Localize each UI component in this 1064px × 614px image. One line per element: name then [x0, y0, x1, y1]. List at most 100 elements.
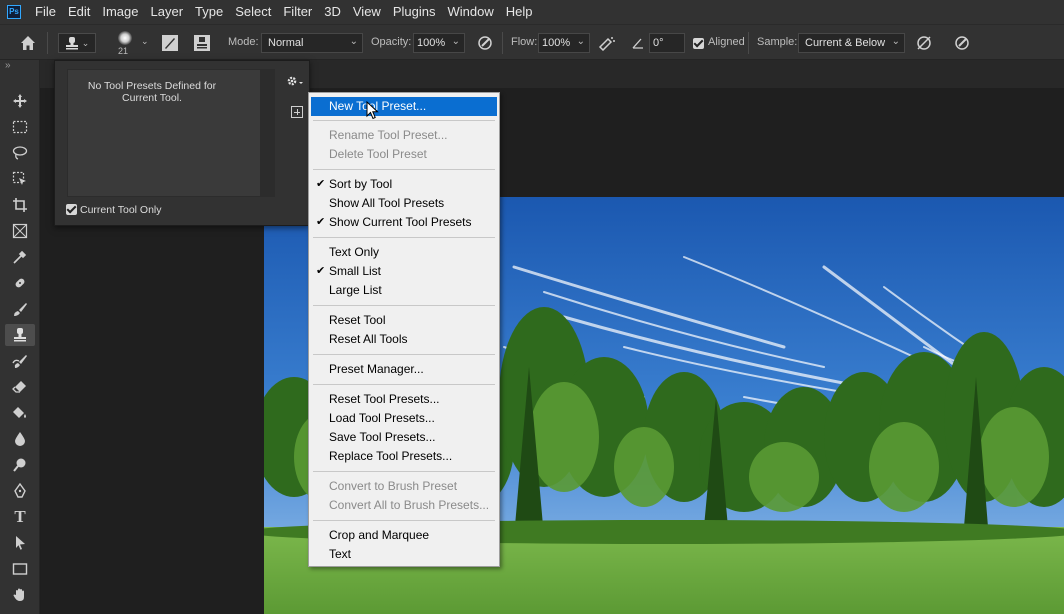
sample-value: Current & Below [805, 37, 886, 49]
menu-item-text[interactable]: Text [311, 545, 497, 564]
pen-icon[interactable] [9, 480, 31, 502]
rectangle-icon[interactable] [9, 558, 31, 580]
gear-icon[interactable] [285, 73, 305, 89]
menu-item-save-tool-presets[interactable]: Save Tool Presets... [311, 428, 497, 447]
pressure-size-icon[interactable] [952, 33, 972, 53]
menu-item-show-all-tool-presets[interactable]: Show All Tool Presets [311, 194, 497, 213]
menu-item-new-tool-preset[interactable]: New Tool Preset... [311, 97, 497, 116]
menu-item-rename-tool-preset[interactable]: Rename Tool Preset... [311, 126, 497, 145]
tools-panel: » T [0, 60, 40, 614]
preset-list-scrollbar[interactable] [261, 69, 275, 197]
menu-item-large-list[interactable]: Large List [311, 281, 497, 300]
photoshop-logo[interactable]: Ps [7, 5, 21, 19]
opacity-label: Opacity: [371, 36, 412, 48]
angle-icon [628, 33, 648, 53]
checkmark-icon: ✔ [316, 216, 326, 228]
rectangular-marquee-icon[interactable] [9, 116, 31, 138]
preset-options-menu: New Tool Preset... Rename Tool Preset...… [308, 92, 500, 567]
crop-icon[interactable] [9, 194, 31, 216]
pressure-opacity-icon[interactable] [475, 33, 495, 53]
dodge-icon[interactable] [9, 454, 31, 476]
eyedropper-icon[interactable] [9, 246, 31, 268]
collapse-panel-icon[interactable]: » [5, 60, 11, 71]
menu-item-crop-and-marquee[interactable]: Crop and Marquee [311, 526, 497, 545]
menu-3d[interactable]: 3D [318, 0, 347, 24]
mode-label: Mode: [228, 36, 259, 48]
menu-filter[interactable]: Filter [277, 0, 318, 24]
tool-preset-picker[interactable]: ⌄ [58, 33, 96, 53]
menu-layer[interactable]: Layer [145, 0, 190, 24]
menu-bar: Ps File Edit Image Layer Type Select Fil… [0, 0, 1064, 24]
menu-item-reset-tool[interactable]: Reset Tool [311, 311, 497, 330]
options-bar: ⌄ 21 ⌄ Mode: Normal ⌄ Opacity: 100% ⌄ Fl… [0, 24, 1064, 60]
ignore-adjustment-layers-icon[interactable] [914, 33, 934, 53]
frame-icon[interactable] [9, 220, 31, 242]
clone-stamp-tool-icon[interactable] [5, 324, 35, 346]
healing-brush-icon[interactable] [9, 272, 31, 294]
history-brush-icon[interactable] [9, 350, 31, 372]
new-preset-icon[interactable] [291, 106, 303, 118]
menu-item-reset-all-tools[interactable]: Reset All Tools [311, 330, 497, 349]
brush-icon[interactable] [9, 298, 31, 320]
mode-value: Normal [268, 37, 304, 49]
current-tool-only-label: Current Tool Only [80, 204, 162, 216]
menu-file[interactable]: File [29, 0, 62, 24]
paint-bucket-icon[interactable] [9, 402, 31, 424]
current-tool-only-checkbox[interactable] [66, 204, 77, 215]
menu-item-text-only[interactable]: Text Only [311, 243, 497, 262]
menu-edit[interactable]: Edit [62, 0, 96, 24]
toggle-clone-source-icon[interactable] [192, 33, 212, 53]
sample-dropdown[interactable]: Current & Below ⌄ [798, 33, 905, 53]
menu-item-label: Small List [329, 264, 382, 278]
menu-item-reset-tool-presets[interactable]: Reset Tool Presets... [311, 390, 497, 409]
brush-size-value: 21 [118, 46, 129, 56]
lasso-icon[interactable] [9, 142, 31, 164]
opacity-field[interactable]: 100% ⌄ [413, 33, 465, 53]
menu-type[interactable]: Type [189, 0, 229, 24]
menu-item-load-tool-presets[interactable]: Load Tool Presets... [311, 409, 497, 428]
menu-item-convert-all-to-brush-presets[interactable]: Convert All to Brush Presets... [311, 496, 497, 515]
flow-value: 100% [542, 37, 571, 49]
menu-item-sort-by-tool[interactable]: ✔ Sort by Tool [311, 175, 497, 194]
menu-item-convert-to-brush-preset[interactable]: Convert to Brush Preset [311, 477, 497, 496]
airbrush-icon[interactable] [597, 33, 617, 53]
checkmark-icon: ✔ [316, 178, 326, 190]
flow-field[interactable]: 100% ⌄ [538, 33, 590, 53]
menu-item-delete-tool-preset[interactable]: Delete Tool Preset [311, 145, 497, 164]
home-icon[interactable] [18, 33, 38, 53]
menu-view[interactable]: View [347, 0, 387, 24]
aligned-label: Aligned [708, 36, 745, 48]
mode-dropdown[interactable]: Normal ⌄ [261, 33, 363, 53]
menu-image[interactable]: Image [96, 0, 144, 24]
menu-item-preset-manager[interactable]: Preset Manager... [311, 360, 497, 379]
chevron-down-icon: ⌄ [576, 36, 585, 47]
chevron-down-icon: ⌄ [891, 36, 900, 47]
menu-select[interactable]: Select [229, 0, 277, 24]
brush-size-picker[interactable]: 21 [113, 29, 137, 57]
chevron-down-icon: ⌄ [451, 36, 460, 47]
flow-label: Flow: [511, 36, 538, 48]
no-presets-message: No Tool Presets Defined for Current Tool… [87, 80, 217, 104]
menu-item-show-current-tool-presets[interactable]: ✔ Show Current Tool Presets [311, 213, 497, 232]
toggle-brush-settings-icon[interactable] [160, 33, 180, 53]
menu-item-label: Sort by Tool [329, 177, 393, 191]
chevron-down-icon: ⌄ [81, 37, 90, 48]
clone-stamp-icon [65, 37, 78, 50]
menu-window[interactable]: Window [441, 0, 499, 24]
menu-help[interactable]: Help [500, 0, 539, 24]
object-selection-icon[interactable] [9, 168, 31, 190]
menu-item-replace-tool-presets[interactable]: Replace Tool Presets... [311, 447, 497, 466]
hand-icon[interactable] [9, 584, 31, 606]
angle-field[interactable]: 0° [649, 33, 685, 53]
checkmark-icon: ✔ [316, 265, 326, 277]
menu-item-label: Show Current Tool Presets [329, 215, 472, 229]
blur-icon[interactable] [9, 428, 31, 450]
menu-item-small-list[interactable]: ✔ Small List [311, 262, 497, 281]
path-selection-icon[interactable] [9, 532, 31, 554]
type-icon[interactable]: T [9, 506, 31, 528]
chevron-down-icon[interactable]: ⌄ [141, 36, 149, 47]
move-tool-icon[interactable] [9, 90, 31, 112]
aligned-checkbox[interactable] [693, 38, 704, 49]
menu-plugins[interactable]: Plugins [387, 0, 442, 24]
eraser-icon[interactable] [9, 376, 31, 398]
